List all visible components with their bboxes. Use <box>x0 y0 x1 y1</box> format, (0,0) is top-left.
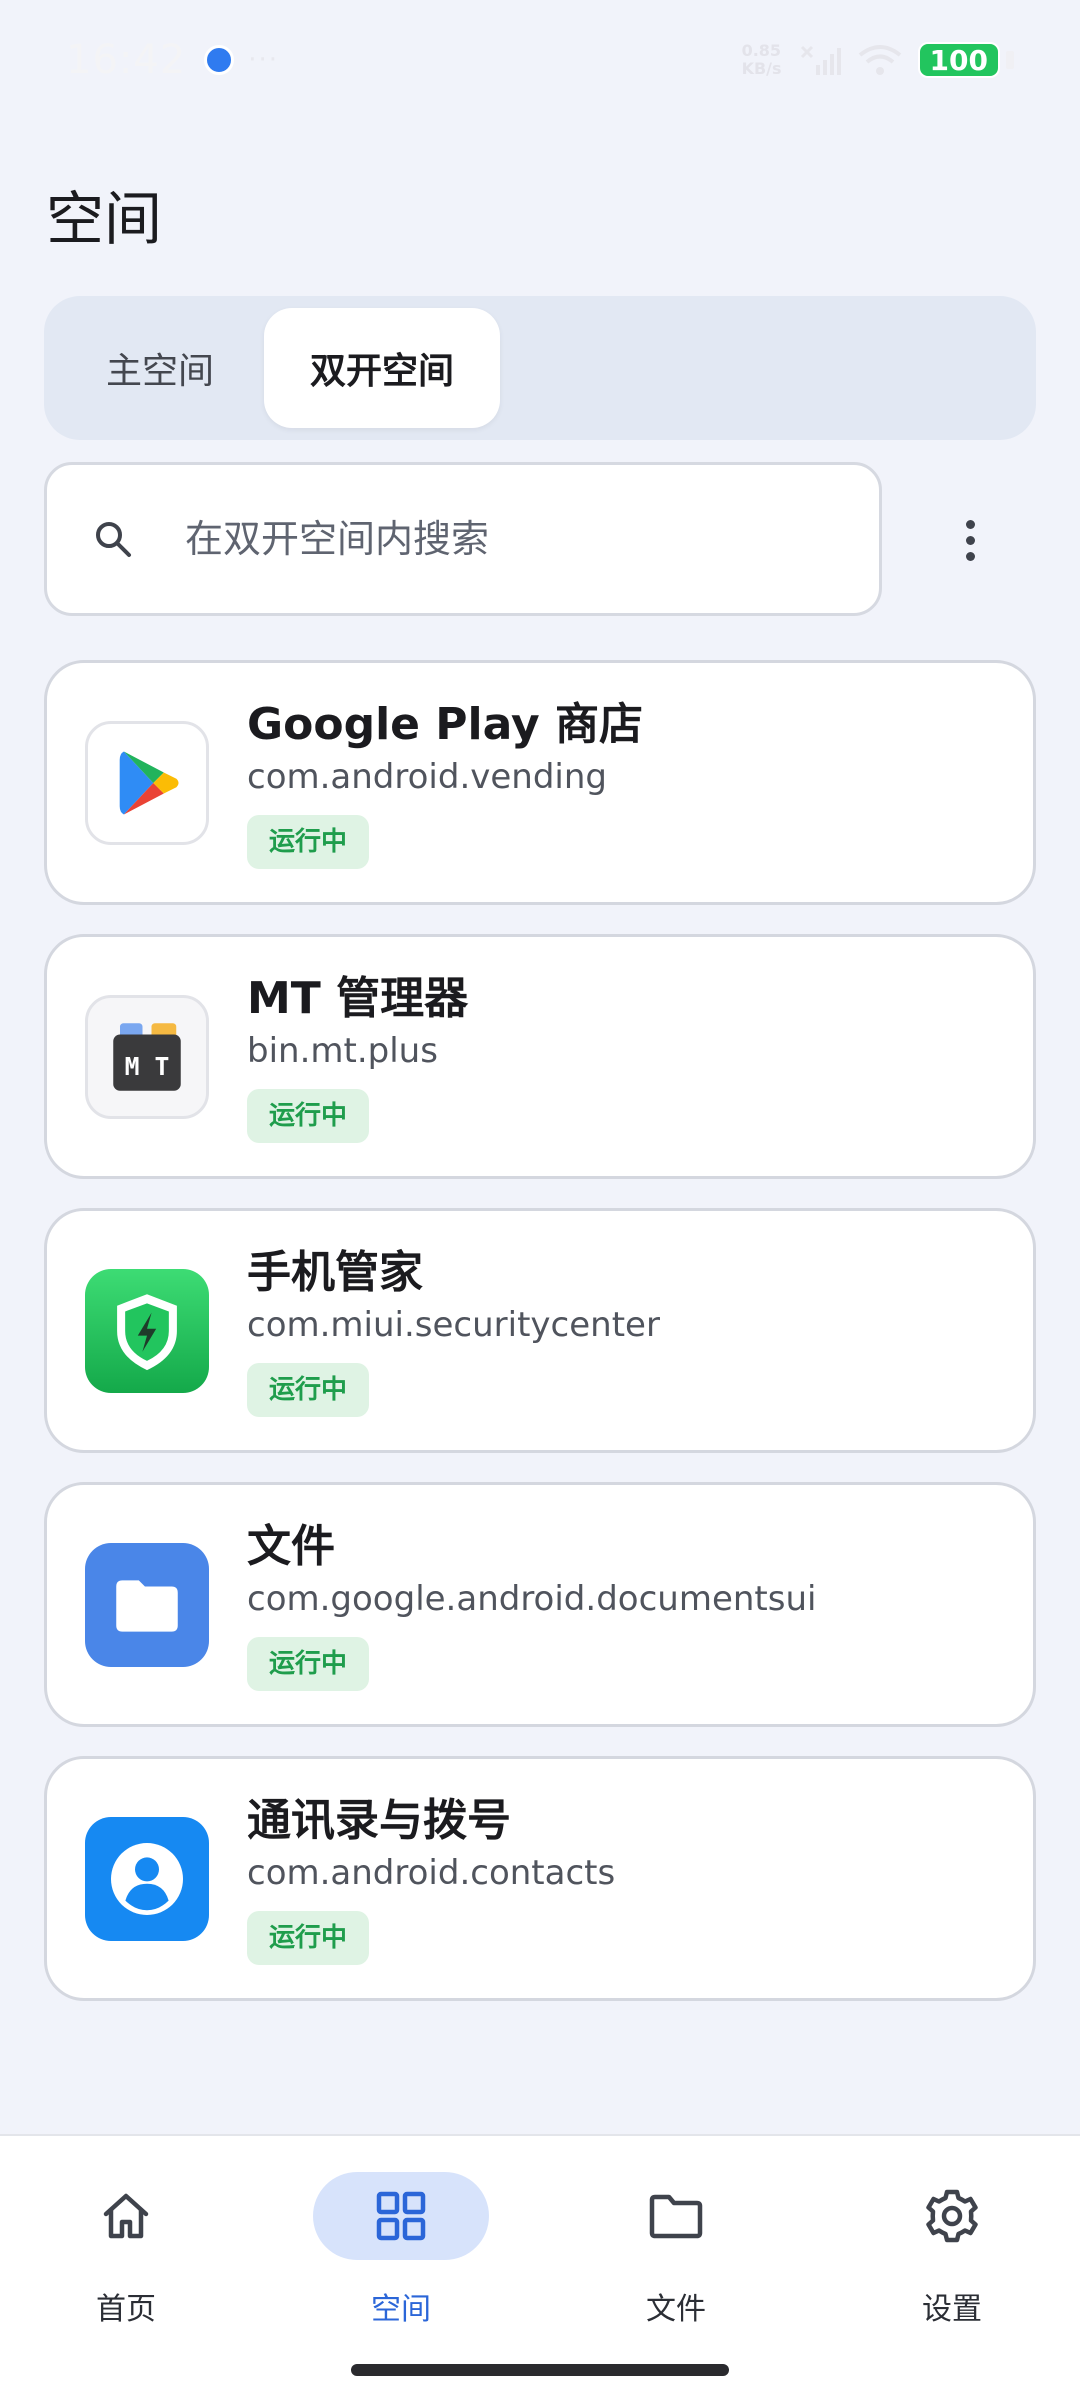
search-bar[interactable] <box>44 462 882 616</box>
app-info: 文件 com.google.android.documentsui 运行中 <box>247 1519 816 1691</box>
app-package: bin.mt.plus <box>247 1030 438 1071</box>
status-time: 16:42 <box>66 37 187 83</box>
home-icon <box>103 2193 149 2239</box>
app-name: Google Play 商店 <box>247 698 643 750</box>
app-card-security-center[interactable]: 手机管家 com.miui.securitycenter 运行中 <box>44 1208 1036 1453</box>
more-dot-icon <box>965 551 975 561</box>
google-play-icon <box>85 720 209 845</box>
battery-level: 100 <box>917 42 1000 78</box>
tab-dual-space[interactable]: 双开空间 <box>264 308 501 428</box>
status-badge: 运行中 <box>247 1636 370 1691</box>
status-badge: 运行中 <box>247 814 370 869</box>
nav-label: 空间 <box>371 2292 431 2327</box>
app-card-contacts[interactable]: 通讯录与拨号 com.android.contacts 运行中 <box>44 1756 1036 2001</box>
bottom-navigation: 首页 空间 文件 设置 <box>0 2134 1080 2400</box>
space-tabs: 主空间 双开空间 <box>44 296 1036 440</box>
gear-icon <box>926 2189 978 2243</box>
nav-label: 设置 <box>922 2292 982 2327</box>
app-name: 文件 <box>247 1520 335 1572</box>
wifi-icon <box>858 45 901 75</box>
nav-icon-container <box>588 2172 764 2260</box>
notification-app-icon <box>204 45 235 75</box>
contacts-icon <box>85 1816 209 1941</box>
nav-icon-container <box>38 2172 214 2260</box>
more-dot-icon <box>965 535 975 545</box>
network-speed-unit: KB/s <box>741 59 782 78</box>
app-card-files[interactable]: 文件 com.google.android.documentsui 运行中 <box>44 1482 1036 1727</box>
folder-icon <box>85 1542 209 1667</box>
app-name: 手机管家 <box>247 1246 423 1298</box>
nav-item-settings[interactable]: 设置 <box>862 2172 1042 2328</box>
app-package: com.android.vending <box>247 756 608 797</box>
search-icon <box>96 522 131 557</box>
search-input[interactable] <box>185 517 785 561</box>
app-name: MT 管理器 <box>247 972 469 1024</box>
nav-icon-container <box>313 2172 489 2260</box>
more-options-button[interactable] <box>940 510 1000 570</box>
page-title: 空间 <box>46 185 163 253</box>
app-card-google-play[interactable]: Google Play 商店 com.android.vending 运行中 <box>44 660 1036 905</box>
security-shield-icon <box>85 1268 209 1393</box>
nav-item-home[interactable]: 首页 <box>36 2172 216 2328</box>
tab-main-space[interactable]: 主空间 <box>56 308 264 428</box>
nav-item-files[interactable]: 文件 <box>586 2172 766 2328</box>
nav-item-space[interactable]: 空间 <box>311 2172 491 2328</box>
status-badge: 运行中 <box>247 1910 370 1965</box>
app-package: com.miui.securitycenter <box>247 1304 660 1345</box>
home-indicator[interactable] <box>351 2364 729 2376</box>
app-package: com.google.android.documentsui <box>247 1578 817 1619</box>
network-speed-value: 0.85 <box>741 41 782 60</box>
nav-label: 文件 <box>646 2292 706 2327</box>
nav-icon-container <box>864 2172 1040 2260</box>
app-card-mt-manager[interactable]: M T MT 管理器 bin.mt.plus 运行中 <box>44 934 1036 1179</box>
app-info: 通讯录与拨号 com.android.contacts 运行中 <box>247 1793 615 1965</box>
network-speed: 0.85 KB/s <box>742 42 782 78</box>
app-name: 通讯录与拨号 <box>247 1794 511 1846</box>
more-notifications-icon: ··· <box>248 45 280 75</box>
status-indicators: 0.85 KB/s 100 <box>742 42 1014 78</box>
app-info: Google Play 商店 com.android.vending 运行中 <box>247 697 643 869</box>
folder-outline-icon <box>649 2194 703 2239</box>
status-badge: 运行中 <box>247 1362 370 1417</box>
app-list: Google Play 商店 com.android.vending 运行中 M… <box>44 660 1036 2030</box>
app-info: MT 管理器 bin.mt.plus 运行中 <box>247 971 468 1143</box>
app-info: 手机管家 com.miui.securitycenter 运行中 <box>247 1245 660 1417</box>
nav-label: 首页 <box>96 2292 156 2327</box>
signal-icon <box>800 45 841 75</box>
status-badge: 运行中 <box>247 1088 370 1143</box>
svg-text:M T: M T <box>125 1052 170 1081</box>
grid-icon <box>376 2191 426 2241</box>
battery-icon <box>1006 51 1014 69</box>
more-dot-icon <box>965 519 975 529</box>
status-bar: 16:42 ··· 0.85 KB/s 100 <box>0 0 1080 120</box>
mt-manager-icon: M T <box>85 994 209 1119</box>
app-package: com.android.contacts <box>247 1852 616 1893</box>
